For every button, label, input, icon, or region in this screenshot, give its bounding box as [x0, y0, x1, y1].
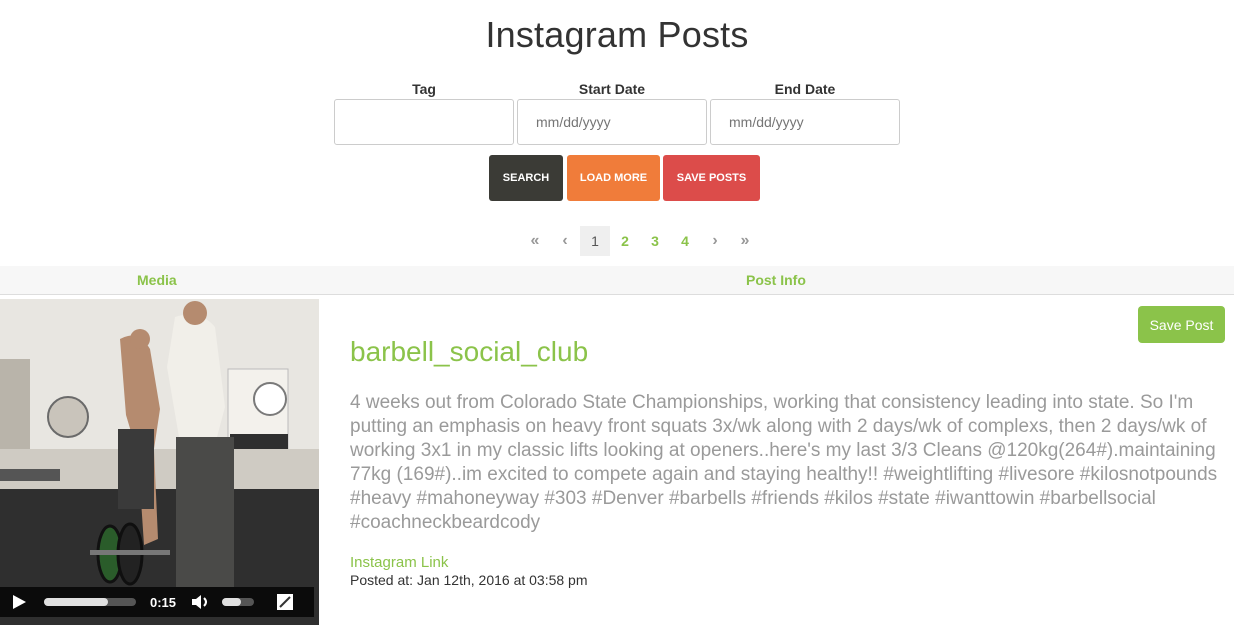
start-date-input[interactable]	[517, 99, 707, 145]
page-title: Instagram Posts	[485, 14, 749, 55]
end-date-label: End Date	[774, 81, 836, 97]
page-button-4[interactable]: 4	[670, 226, 700, 256]
volume-fill	[222, 598, 242, 606]
video-frame	[0, 299, 319, 625]
post-video[interactable]: 0:15	[0, 299, 319, 625]
instagram-link[interactable]: Instagram Link	[350, 554, 448, 571]
posted-at-value: Jan 12th, 2016 at 03:58 pm	[417, 572, 588, 588]
video-controls: 0:15	[0, 587, 314, 617]
page-button-2[interactable]: 2	[610, 226, 640, 256]
fullscreen-icon[interactable]	[276, 593, 294, 611]
post-info-column-header: Post Info	[746, 272, 806, 288]
last-page-button[interactable]: »	[730, 226, 760, 256]
post-username: barbell_social_club	[350, 336, 589, 367]
save-post-button[interactable]: Save Post	[1138, 306, 1225, 343]
tag-input[interactable]	[334, 99, 514, 145]
search-button[interactable]: SEARCH	[489, 155, 563, 201]
save-posts-button[interactable]: SAVE POSTS	[663, 155, 760, 201]
post-caption: 4 weeks out from Colorado State Champion…	[350, 392, 1218, 533]
volume-slider[interactable]	[222, 598, 255, 606]
pagination: « ‹ 1 2 3 4 › »	[520, 226, 760, 256]
video-progress-bar[interactable]	[44, 598, 136, 606]
posted-at-label: Posted at:	[350, 572, 414, 588]
tag-label: Tag	[412, 81, 436, 97]
start-date-label: Start Date	[578, 81, 646, 97]
page-button-3[interactable]: 3	[640, 226, 670, 256]
play-icon[interactable]	[10, 593, 28, 611]
posted-at: Posted at: Jan 12th, 2016 at 03:58 pm	[350, 572, 588, 588]
first-page-button[interactable]: «	[520, 226, 550, 256]
media-column-header: Media	[137, 272, 177, 288]
volume-icon[interactable]	[190, 593, 212, 611]
end-date-input[interactable]	[710, 99, 900, 145]
next-page-button[interactable]: ›	[700, 226, 730, 256]
table-header: Media Post Info	[0, 266, 1234, 295]
page-button-1[interactable]: 1	[580, 226, 610, 256]
video-progress-fill	[44, 598, 109, 606]
video-time: 0:15	[150, 594, 177, 610]
prev-page-button[interactable]: ‹	[550, 226, 580, 256]
load-more-button[interactable]: LOAD MORE	[567, 155, 660, 201]
